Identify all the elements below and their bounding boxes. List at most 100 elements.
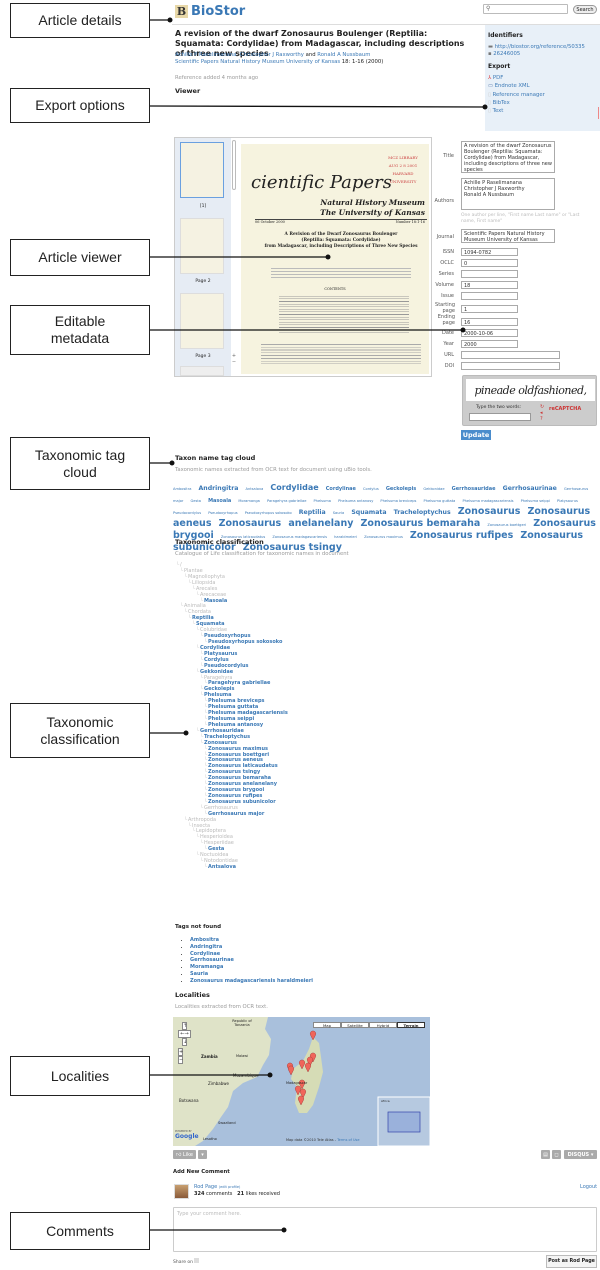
- overview-viewport[interactable]: [387, 1111, 421, 1133]
- map-pan-zoom-control[interactable]: ↑ ←→ ↓ + −: [178, 1022, 191, 1064]
- volume-field[interactable]: 18: [461, 281, 518, 289]
- identifier-link[interactable]: ▪ 26246005: [488, 51, 597, 58]
- dislike-button[interactable]: ▾: [198, 1150, 207, 1159]
- map-type-terrain[interactable]: Terrain: [397, 1022, 425, 1028]
- author-link[interactable]: Achille P Raselimanana: [175, 52, 236, 58]
- settings-button[interactable]: ▤: [541, 1150, 550, 1159]
- thumbnail-1[interactable]: [180, 142, 224, 198]
- export-refman-link[interactable]: Reference manager: [493, 92, 545, 98]
- author-link[interactable]: Ronald A Nussbaum: [317, 52, 370, 58]
- tag-link[interactable]: Zonosaurus: [458, 506, 521, 517]
- export-bibtex[interactable]: ▯ BibTex: [488, 99, 597, 107]
- tag-link[interactable]: Antsalova: [246, 487, 264, 491]
- tree-node-label[interactable]: Gerrhosaurus major: [208, 811, 264, 817]
- comment-textarea[interactable]: Type your comment here.: [173, 1207, 597, 1252]
- export-text-link[interactable]: Text: [493, 108, 504, 114]
- scrollbar[interactable]: [232, 140, 236, 190]
- journal-field[interactable]: Scientific Papers Natural History Museum…: [461, 229, 555, 243]
- not-found-item[interactable]: Zonosaurus madagascariensis haraldmeieri: [190, 978, 313, 985]
- identifier-link[interactable]: ▬ http://biostor.org/reference/50335: [488, 44, 597, 51]
- tag-link[interactable]: anelanelany: [288, 518, 353, 529]
- like-button[interactable]: 👍︎ Like: [173, 1150, 196, 1159]
- document-viewer[interactable]: [1] Page 2 Page 3 + − cientific Papers MC…: [174, 137, 432, 377]
- thumbnail-4[interactable]: [180, 366, 224, 376]
- tag-link[interactable]: Tracheloptychus: [394, 509, 451, 516]
- tag-link[interactable]: Pseudoxyrhopus: [208, 511, 237, 515]
- avatar[interactable]: [174, 1184, 189, 1199]
- map[interactable]: Republic of Tanzania Zambia Malawi Mozam…: [173, 1017, 430, 1146]
- tag-link[interactable]: Moramanga: [238, 499, 259, 503]
- tag-link[interactable]: Platysaurus: [557, 499, 578, 503]
- tag-link[interactable]: Sauria: [333, 511, 344, 515]
- not-found-item[interactable]: Sauria: [190, 971, 313, 978]
- search-button[interactable]: Search: [573, 5, 597, 14]
- not-found-link[interactable]: Gerrhosaurinae: [190, 957, 234, 963]
- logo[interactable]: B BioStor: [175, 4, 245, 19]
- tag-link[interactable]: Phelsuma seippi: [521, 499, 550, 503]
- tree-node[interactable]: └Antsalova: [176, 864, 288, 871]
- not-found-link[interactable]: Ambositra: [190, 937, 219, 943]
- tag-link[interactable]: Zonosaurus: [219, 518, 282, 529]
- zoom-controls[interactable]: + −: [231, 353, 237, 373]
- export-endnote[interactable]: ▭ Endnote XML: [488, 82, 597, 90]
- export-pdf[interactable]: ⅄ PDF: [488, 74, 597, 82]
- pan-down-icon[interactable]: ↓: [182, 1038, 187, 1046]
- oclc-field[interactable]: 0: [461, 259, 518, 267]
- tag-link[interactable]: Ambositra: [173, 487, 191, 491]
- not-found-link[interactable]: Moramanga: [190, 964, 223, 970]
- user-name[interactable]: Rod Page: [194, 1184, 217, 1190]
- zoom-out-icon[interactable]: −: [178, 1056, 183, 1064]
- tag-link[interactable]: Cordylus: [363, 487, 379, 491]
- not-found-link[interactable]: Andringitra: [190, 944, 222, 950]
- export-refman[interactable]: ▯ Reference manager: [488, 91, 597, 99]
- map-type-satellite[interactable]: Satellite: [341, 1022, 369, 1028]
- tag-link[interactable]: Zonosaurus rufipes: [410, 530, 513, 541]
- tag-link[interactable]: Zonosaurus madagascariensis: [272, 535, 327, 539]
- tag-link[interactable]: Zonosaurus bemaraha: [361, 518, 481, 529]
- date-field[interactable]: 2000-10-06: [461, 329, 518, 337]
- not-found-item[interactable]: Gerrhosaurinae: [190, 957, 313, 964]
- zoom-in-icon[interactable]: +: [178, 1048, 183, 1056]
- pan-up-icon[interactable]: ↑: [182, 1022, 187, 1030]
- series-field[interactable]: [461, 270, 518, 278]
- captcha-input[interactable]: [469, 413, 531, 421]
- options-button[interactable]: ◻: [552, 1150, 561, 1159]
- url-field[interactable]: [461, 351, 560, 359]
- export-endnote-link[interactable]: Endnote XML: [495, 83, 530, 89]
- tag-link[interactable]: Phelsuma: [314, 499, 332, 503]
- tag-link[interactable]: Phelsuma antanosy: [338, 499, 373, 503]
- tag-link[interactable]: Masoala: [208, 498, 231, 504]
- year-field[interactable]: 2000: [461, 340, 518, 348]
- map-type-control[interactable]: Map Satellite Hybrid Terrain: [313, 1022, 425, 1028]
- not-found-link[interactable]: Cordylinae: [190, 951, 220, 957]
- export-bibtex-link[interactable]: BibTex: [493, 100, 510, 106]
- authors-field[interactable]: Achille P Raselimanana Christopher J Rax…: [461, 178, 555, 210]
- issue-field[interactable]: [461, 292, 518, 300]
- title-field[interactable]: A revision of the dwarf Zonosaurus Boule…: [461, 141, 555, 173]
- not-found-item[interactable]: Moramanga: [190, 964, 313, 971]
- export-text[interactable]: ▯ Text: [488, 107, 597, 115]
- starting-page-field[interactable]: 1: [461, 305, 518, 313]
- export-pdf-link[interactable]: PDF: [493, 75, 503, 81]
- identifier-url[interactable]: http://biostor.org/reference/50335: [495, 44, 585, 50]
- edit-profile-link[interactable]: (edit profile): [219, 1185, 241, 1189]
- tag-link[interactable]: Gesta: [190, 499, 200, 503]
- captcha[interactable]: pineade oldfashioned, Type the two words…: [462, 375, 597, 426]
- thumbnail-3[interactable]: [180, 293, 224, 349]
- tag-link[interactable]: Squamata: [351, 509, 386, 516]
- tag-link[interactable]: Pseudoxyrhopus sokosoko: [245, 511, 292, 515]
- ending-page-field[interactable]: 16: [461, 318, 518, 326]
- tag-link[interactable]: Phelsuma madagascariensis: [462, 499, 513, 503]
- tag-link[interactable]: Phelsuma guttata: [424, 499, 456, 503]
- tree-node-label[interactable]: Masoala: [204, 598, 227, 604]
- not-found-item[interactable]: Cordylinae: [190, 951, 313, 958]
- tag-link[interactable]: Gekkonidae: [423, 487, 444, 491]
- search-input[interactable]: ⚲: [483, 4, 568, 14]
- tag-link[interactable]: Pseudocordylus: [173, 511, 201, 515]
- tag-link[interactable]: haraldmeieri: [334, 535, 357, 539]
- journal-link[interactable]: Scientific Papers Natural History Museum…: [175, 59, 340, 65]
- update-button[interactable]: Update: [461, 430, 491, 440]
- tag-link[interactable]: Phelsuma breviceps: [380, 499, 416, 503]
- not-found-item[interactable]: Ambositra: [190, 937, 313, 944]
- identifier-bhl[interactable]: 26246005: [493, 51, 520, 57]
